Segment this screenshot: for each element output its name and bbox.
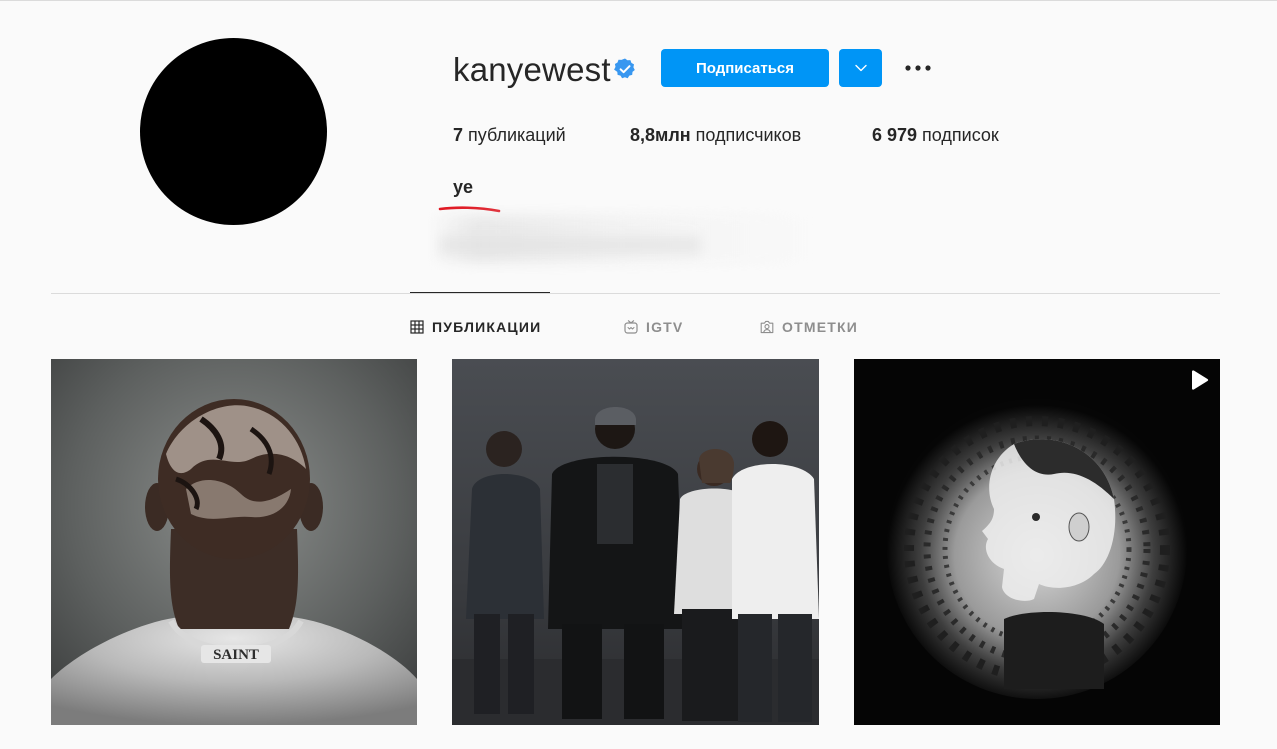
tab-tagged-label: ОТМЕТКИ <box>782 319 859 335</box>
chain-lettering: SAINT <box>213 647 259 663</box>
grid-icon <box>410 320 424 334</box>
tab-igtv[interactable]: IGTV <box>624 316 683 338</box>
more-options-button[interactable] <box>901 56 935 80</box>
red-annotation-underline <box>438 203 502 215</box>
active-tab-indicator <box>410 292 550 293</box>
more-options-icon <box>905 65 931 71</box>
profile-avatar[interactable] <box>140 38 327 225</box>
tab-tagged[interactable]: ОТМЕТКИ <box>760 316 858 338</box>
top-border <box>0 0 1277 1</box>
follow-button[interactable]: Подписаться <box>661 49 829 87</box>
post-image-head: SAINT <box>51 359 417 725</box>
followers-label: подписчиков <box>690 125 802 145</box>
chevron-down-icon <box>854 64 867 72</box>
blurred-bio-line <box>440 236 700 254</box>
suggested-dropdown-button[interactable] <box>839 49 882 87</box>
tabs-divider <box>51 293 1220 294</box>
posts-count: 7 <box>453 125 464 145</box>
followers-count: 8,8млн <box>630 125 691 145</box>
profile-username: kanyewest <box>453 51 611 88</box>
tab-posts[interactable]: ПУБЛИКАЦИИ <box>410 316 541 338</box>
video-play-icon <box>1188 369 1210 391</box>
post-thumbnail[interactable] <box>452 359 819 725</box>
igtv-icon <box>624 320 638 334</box>
following-stat[interactable]: 6 979 подписок <box>872 122 999 148</box>
post-image-group <box>452 359 819 725</box>
post-image-portrait <box>854 359 1220 725</box>
tagged-icon <box>760 320 774 334</box>
profile-full-name: ye <box>453 177 474 197</box>
verified-badge-icon <box>613 57 637 81</box>
post-thumbnail-video[interactable] <box>854 359 1220 725</box>
following-label: подписок <box>917 125 999 145</box>
following-count: 6 979 <box>872 125 918 145</box>
posts-label: публикаций <box>463 125 566 145</box>
tab-posts-label: ПУБЛИКАЦИИ <box>432 319 542 335</box>
post-thumbnail[interactable]: SAINT <box>51 359 417 725</box>
tab-igtv-label: IGTV <box>646 319 684 335</box>
followers-stat[interactable]: 8,8млн подписчиков <box>630 122 801 148</box>
posts-count-stat: 7 публикаций <box>453 122 566 148</box>
